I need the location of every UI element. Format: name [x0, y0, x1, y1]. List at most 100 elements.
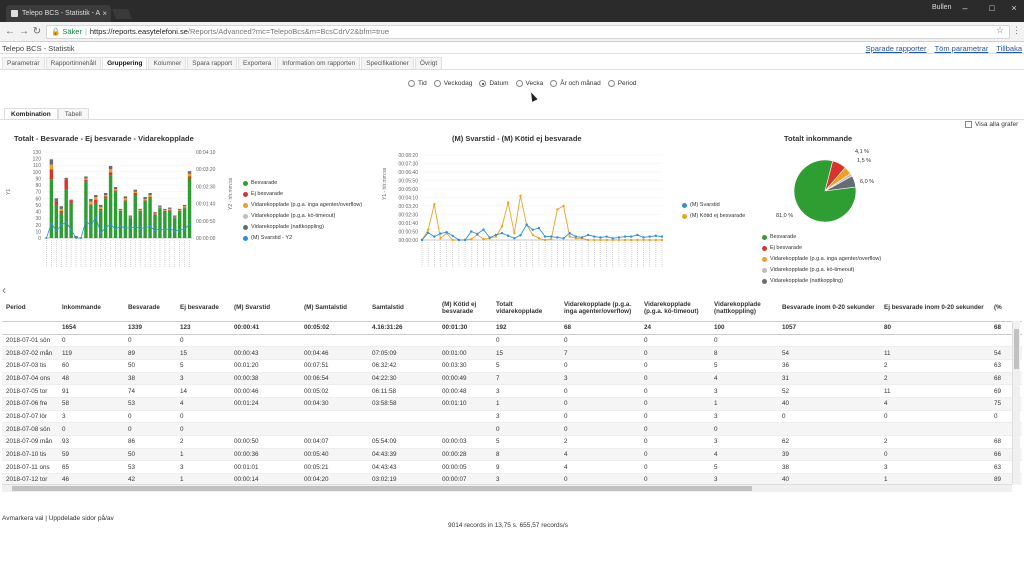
bar-segment — [158, 206, 162, 208]
column-header[interactable]: Period — [2, 295, 58, 322]
table-row[interactable]: 2018-07-06 fre 58 53 4 00:01:24 00:04:30 03:58… — [2, 397, 1022, 411]
bar-segment — [158, 205, 162, 207]
column-header[interactable]: Inkommande — [58, 295, 124, 322]
bar-segment — [177, 210, 182, 212]
table-cell: 65 — [58, 460, 124, 475]
line-point — [593, 238, 596, 242]
scrollbar-thumb[interactable] — [12, 486, 752, 491]
line-point — [617, 236, 621, 239]
table-cell: 9 — [492, 460, 560, 475]
legend-item[interactable]: Vidarekopplade (nattkoppling) — [243, 224, 362, 230]
legend-item[interactable]: Vidarekopplade (p.g.a. inga agenter/over… — [762, 256, 881, 262]
legend-item[interactable]: Vidarekopplade (p.g.a. kö-timeout) — [243, 213, 362, 219]
column-header[interactable]: (M) Svarstid — [230, 295, 300, 322]
table-row[interactable]: 2018-07-07 lör 3 0 0 3 0 0 3 0 0 0 — [2, 410, 1022, 424]
table-cell: 54 — [778, 346, 880, 360]
table-cell: 0 — [640, 448, 710, 462]
bar-segment — [143, 200, 147, 202]
table-cell: 38 — [124, 372, 176, 386]
horizontal-scrollbar[interactable] — [2, 484, 1012, 492]
table-row[interactable]: 2018-07-05 tor 91 74 14 00:00:46 00:05:02 06:1… — [2, 384, 1022, 398]
y2-tick-label: 00:02:30 — [196, 184, 216, 190]
totals-row[interactable]: 1654 1339 123 00:00:41 00:05:02 4.16:31:26 00:… — [2, 321, 1022, 335]
column-header[interactable]: Besvarade inom 0-20 sekunder — [778, 295, 880, 322]
column-header[interactable]: Ej besvarade — [176, 295, 230, 322]
table-row[interactable]: 2018-07-10 tis 59 50 1 00:00:36 00:05:40 04:43… — [2, 448, 1022, 462]
table-cell: 0 — [640, 372, 710, 386]
table-cell: 0 — [640, 384, 710, 398]
legend-item[interactable]: Vidarekopplade (p.g.a. inga agenter/over… — [243, 202, 362, 208]
y-tick-label: 00:04:10 — [399, 196, 419, 202]
column-header[interactable]: Vidarekopplade (p.g.a. kö-timeout) — [640, 295, 710, 322]
column-header[interactable]: Totalt vidarekopplade — [492, 295, 560, 322]
legend-item[interactable]: (M) Svarstid — [682, 202, 745, 208]
legend-item[interactable]: Vidarekopplade (nattkoppling) — [762, 278, 881, 284]
bar-segment — [89, 201, 93, 205]
scrollbar-thumb[interactable] — [1014, 329, 1019, 369]
legend-item[interactable]: (M) Kötid ej besvarade — [682, 213, 745, 219]
table-cell: 3 — [880, 460, 990, 475]
column-header[interactable]: Vidarekopplade (p.g.a. inga agenter/over… — [560, 295, 640, 322]
column-header[interactable]: Vidarekopplade (nattkoppling) — [710, 295, 778, 322]
legend-item[interactable]: Besvarade — [762, 234, 881, 240]
line-point — [124, 227, 127, 230]
bar-segment — [54, 201, 59, 205]
line-point — [630, 238, 633, 242]
column-header[interactable]: Samtalstid — [368, 295, 438, 322]
vertical-scrollbar[interactable] — [1012, 321, 1020, 484]
bar-segment — [123, 201, 128, 238]
y-tick-label: 00:05:00 — [399, 187, 419, 193]
line-point — [99, 232, 102, 235]
chart1-legend: Besvarade Ej besvarade Vidarekopplade (p… — [243, 180, 362, 246]
legend-item[interactable]: Ej besvarade — [243, 191, 362, 197]
legend-item[interactable]: (M) Svarstid - Y2 — [243, 235, 362, 241]
legend-label: Ej besvarade — [770, 245, 803, 251]
bar-segment — [84, 181, 88, 238]
bar-segment — [168, 210, 172, 212]
line-point — [60, 223, 63, 226]
line-point — [660, 235, 664, 238]
data-table-container: Period Inkommande Besvarade Ej besvarade (M)… — [2, 295, 1022, 485]
table-row[interactable]: 2018-07-01 sön 0 0 0 0 0 0 0 — [2, 334, 1022, 348]
y1-tick-label: 20 — [35, 223, 41, 229]
table-cell: 4 — [560, 448, 640, 462]
legend-item[interactable]: Besvarade — [243, 180, 362, 186]
table-cell — [300, 334, 368, 348]
legend-label: Vidarekopplade (p.g.a. kö-timeout) — [251, 213, 336, 219]
table-row[interactable]: 2018-07-03 tis 60 50 5 00:01:20 00:07:51 06:32… — [2, 359, 1022, 373]
table-cell: 8 — [710, 346, 778, 360]
table-cell: 0 — [778, 410, 880, 424]
bar-segment — [108, 172, 113, 176]
bar-segment — [64, 179, 68, 190]
table-cell: 04:43:43 — [368, 460, 438, 475]
column-header[interactable]: Ej besvarade inom 0-20 sekunder — [880, 295, 990, 322]
column-header[interactable]: (M) Kötid ej besvarade — [438, 295, 492, 322]
table-row[interactable]: 2018-07-08 sön 0 0 0 0 0 0 0 — [2, 422, 1022, 436]
footer-actions[interactable]: Avmarkera val | Uppdelade sidor på/av — [2, 515, 114, 522]
bar-segment — [153, 212, 157, 214]
table-cell: 3 — [560, 372, 640, 386]
table-cell: 0 — [492, 334, 560, 348]
line-point — [433, 235, 436, 238]
table-cell: 00:00:36 — [230, 448, 300, 462]
column-header[interactable]: (% — [990, 295, 1022, 322]
table-cell: 36 — [778, 359, 880, 373]
table-row[interactable]: 2018-07-09 mån 93 86 2 00:00:50 00:04:07 05:54… — [2, 435, 1022, 449]
legend-item[interactable]: Ej besvarade — [762, 245, 881, 251]
table-row[interactable]: 2018-07-02 mån 119 89 15 00:00:43 00:04:46 07:… — [2, 346, 1022, 360]
bar-segment — [173, 218, 177, 238]
pie-label: 81,0 % — [776, 213, 793, 219]
table-cell: 5 — [492, 359, 560, 373]
bar-segment — [187, 171, 192, 174]
table-cell: 06:32:42 — [368, 359, 438, 373]
line-point — [506, 234, 510, 237]
line-point — [45, 237, 48, 239]
table-row[interactable]: 2018-07-04 ons 48 38 3 00:00:38 00:06:54 04:22… — [2, 372, 1022, 386]
table-cell: 0 — [124, 422, 176, 436]
line-point — [129, 226, 132, 229]
column-header[interactable]: Besvarade — [124, 295, 176, 322]
table-row[interactable]: 2018-07-11 ons 65 53 3 00:01:01 00:05:21 04:43… — [2, 460, 1022, 475]
column-header[interactable]: (M) Samtalstid — [300, 295, 368, 322]
legend-item[interactable]: Vidarekopplade (p.g.a. kö-timeout) — [762, 267, 881, 273]
table-cell: 1057 — [778, 321, 880, 335]
